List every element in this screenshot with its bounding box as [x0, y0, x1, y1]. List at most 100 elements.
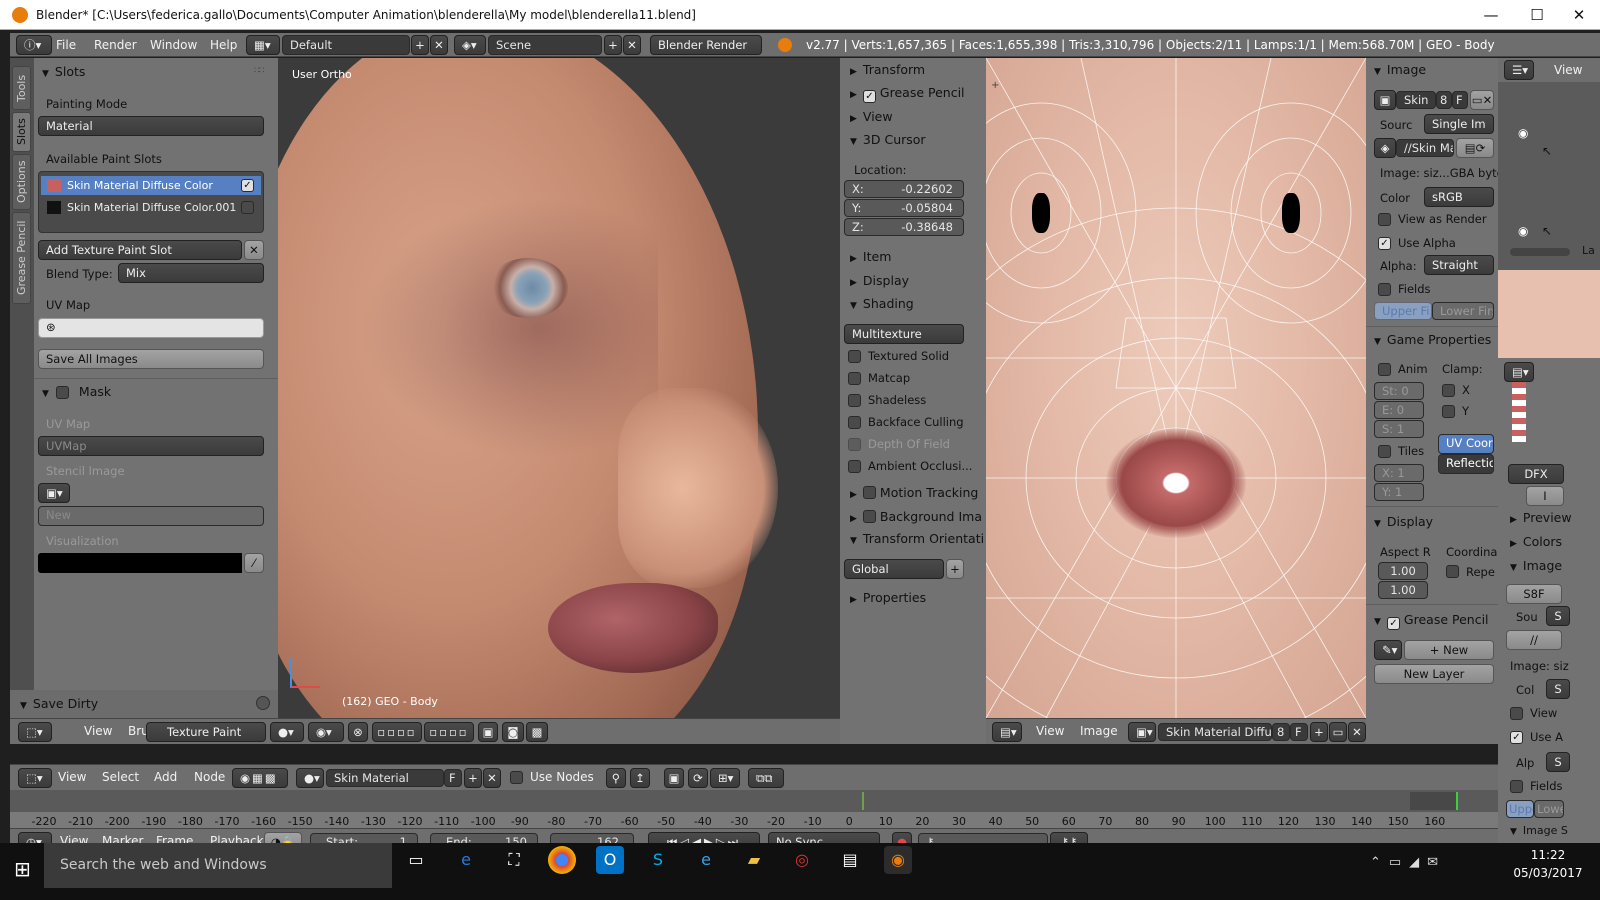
- save-dirty-toggle[interactable]: [256, 696, 270, 710]
- system-tray-icons[interactable]: ⌃▭◢✉: [1370, 855, 1446, 870]
- alpha-select-short[interactable]: S: [1546, 752, 1570, 772]
- eyedropper-icon[interactable]: ⁄: [244, 553, 264, 573]
- add-texture-paint-slot[interactable]: Add Texture Paint Slot: [38, 240, 242, 260]
- dfx-buttons[interactable]: DFX: [1508, 464, 1564, 484]
- layers-icon[interactable]: ▫▫▫▫: [372, 722, 422, 742]
- image-users[interactable]: 8: [1436, 91, 1452, 109]
- ambient-occlusion-checkbox[interactable]: [848, 460, 861, 473]
- view-checkbox[interactable]: [1510, 707, 1523, 720]
- editor-type-info-icon[interactable]: ⓘ▾: [16, 35, 52, 55]
- windows-start-icon[interactable]: ⊞: [14, 857, 31, 881]
- widget-plus-icon[interactable]: +: [991, 80, 1001, 91]
- menu-view[interactable]: View: [84, 724, 112, 738]
- scene-field[interactable]: Scene: [488, 35, 602, 55]
- auto-offset-icon[interactable]: ⟳: [688, 768, 708, 788]
- image-path-field[interactable]: //Skin Ma: [1396, 139, 1454, 157]
- store-icon[interactable]: ⛶: [500, 846, 528, 874]
- textured-solid-checkbox[interactable]: [848, 350, 861, 363]
- slot-checkbox[interactable]: [241, 201, 254, 214]
- node-menu-view[interactable]: View: [58, 770, 86, 784]
- shading-header[interactable]: Shading: [850, 296, 914, 311]
- aspect-x-field[interactable]: 1.00: [1378, 562, 1428, 580]
- close-button[interactable]: ✕: [1560, 0, 1598, 30]
- blend-type-select[interactable]: Mix: [118, 263, 264, 283]
- render-engine-select[interactable]: Blender Render: [650, 35, 762, 55]
- remove-scene-icon[interactable]: ✕: [623, 35, 641, 55]
- grease-pencil-panel-header[interactable]: ✓Grease Pencil: [1374, 612, 1489, 630]
- material-remove-icon[interactable]: ✕: [483, 768, 501, 788]
- image-i-button[interactable]: I: [1526, 486, 1564, 506]
- clock-date[interactable]: 05/03/2017: [1508, 866, 1588, 880]
- chrome-icon[interactable]: [548, 846, 576, 874]
- cursor-icon[interactable]: ↖: [1542, 224, 1552, 238]
- file-explorer-icon[interactable]: ▰: [740, 846, 768, 874]
- menu-file[interactable]: File: [56, 38, 76, 52]
- speed-field[interactable]: S: 1: [1374, 420, 1424, 438]
- add-scene-icon[interactable]: +: [604, 35, 622, 55]
- image-browse-icon[interactable]: ▣: [1374, 90, 1396, 110]
- shading-mode-select[interactable]: Multitexture: [844, 324, 964, 344]
- tab-grease-pencil[interactable]: Grease Pencil: [12, 212, 31, 304]
- eye-icon[interactable]: ◉: [1518, 126, 1528, 140]
- image-fake-user[interactable]: F: [1452, 91, 1468, 109]
- copy-paste-icons[interactable]: ⧉⧉: [748, 768, 784, 788]
- fields-checkbox[interactable]: [1378, 283, 1391, 296]
- add-layout-icon[interactable]: +: [411, 35, 429, 55]
- source-select[interactable]: Single Im: [1424, 114, 1494, 134]
- view-as-render-checkbox[interactable]: [1378, 213, 1391, 226]
- shadeless-checkbox[interactable]: [848, 394, 861, 407]
- background-images-header[interactable]: Background Ima: [850, 508, 982, 524]
- image-add-icon[interactable]: +: [1310, 722, 1328, 742]
- grease-new-button[interactable]: + New: [1404, 640, 1494, 660]
- image-browse-icon[interactable]: ▣▾: [1128, 722, 1156, 742]
- shading-icon[interactable]: ●▾: [270, 722, 304, 742]
- save-dirty-label[interactable]: Save Dirty: [20, 696, 98, 711]
- timeline-ruler[interactable]: -220 -210 -200 -190 -180 -170 -160 -150 -140 -130…: [10, 812, 1498, 828]
- skype-icon[interactable]: S: [644, 846, 672, 874]
- tab-slots[interactable]: Slots: [12, 112, 31, 152]
- depth-of-field-checkbox[interactable]: [848, 438, 861, 451]
- pencil-icon[interactable]: ✎▾: [1374, 640, 1402, 660]
- node-menu-select[interactable]: Select: [102, 770, 139, 784]
- save-all-images-button[interactable]: Save All Images: [38, 349, 264, 369]
- eye-icon[interactable]: ◉: [1518, 224, 1528, 238]
- lock-layer-icon[interactable]: ▣: [478, 722, 498, 742]
- render-anim-icon[interactable]: ▩: [526, 722, 548, 742]
- mask-header[interactable]: Mask: [42, 384, 111, 399]
- menu-help[interactable]: Help: [210, 38, 237, 52]
- aspect-y-field[interactable]: 1.00: [1378, 581, 1428, 599]
- uv-menu-view[interactable]: View: [1036, 724, 1064, 738]
- image-name-field[interactable]: Skin Material Diffus...: [1158, 723, 1272, 741]
- material-icon[interactable]: ●▾: [296, 768, 324, 788]
- list-item[interactable]: Skin Material Diffuse Color ✓: [41, 176, 261, 195]
- slots-header[interactable]: Slots: [42, 64, 85, 79]
- add-orientation-icon[interactable]: +: [946, 559, 964, 579]
- use-nodes-checkbox[interactable]: [510, 771, 523, 784]
- 3d-cursor-header[interactable]: 3D Cursor: [850, 132, 926, 147]
- image-editor[interactable]: +: [986, 58, 1366, 718]
- tab-options[interactable]: Options: [12, 154, 31, 210]
- layout-field[interactable]: Default: [282, 35, 410, 55]
- outlook-icon[interactable]: O: [596, 846, 624, 874]
- visualization-color[interactable]: [38, 553, 242, 573]
- uv-coordinates-toggle[interactable]: UV Coor: [1438, 434, 1494, 454]
- blender-taskbar-icon[interactable]: ◉: [884, 846, 912, 874]
- upper-toggle-short[interactable]: Uppe: [1506, 800, 1534, 818]
- scene-icon[interactable]: ◈▾: [454, 35, 486, 55]
- screen-layout-icon[interactable]: ▦▾: [246, 35, 280, 55]
- app-icon[interactable]: ◎: [788, 846, 816, 874]
- orientation-select[interactable]: Global: [844, 559, 944, 579]
- editor-type-node-icon[interactable]: ⬚▾: [18, 768, 52, 788]
- remove-layout-icon[interactable]: ✕: [430, 35, 448, 55]
- mode-select[interactable]: Texture Paint: [146, 722, 266, 742]
- display-header[interactable]: Display: [850, 273, 909, 288]
- menu-window[interactable]: Window: [150, 38, 197, 52]
- cursor-y-field[interactable]: Y: -0.05804: [844, 199, 964, 217]
- tiles-x-field[interactable]: X: 1: [1374, 464, 1424, 482]
- outliner-view-menu[interactable]: View: [1554, 63, 1582, 77]
- clamp-x-checkbox[interactable]: [1442, 384, 1455, 397]
- slot-checkbox[interactable]: ✓: [241, 179, 254, 192]
- render-icon[interactable]: ◙: [502, 722, 524, 742]
- snap-icon[interactable]: ⊞▾: [710, 768, 740, 788]
- properties-header[interactable]: Properties: [850, 590, 926, 605]
